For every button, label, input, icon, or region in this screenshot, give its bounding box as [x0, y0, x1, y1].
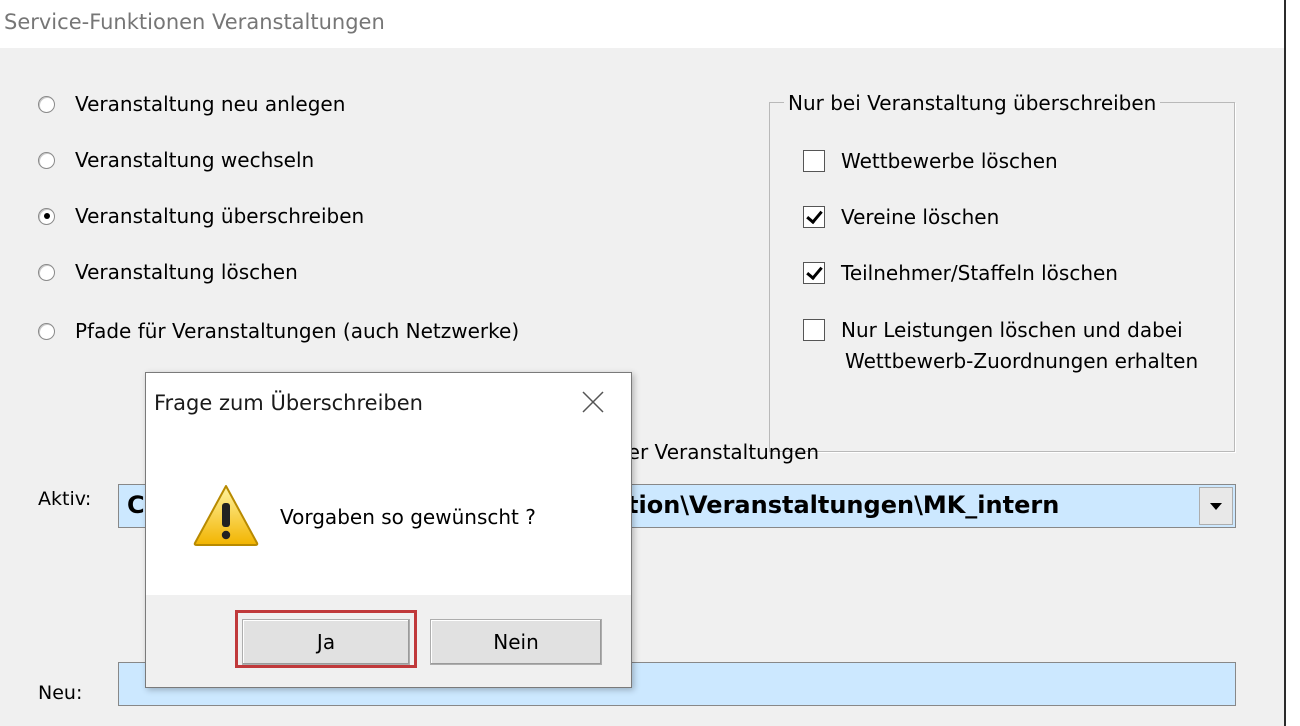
checkbox-label: Nur Leistungen löschen und dabei — [841, 318, 1183, 342]
checkbox[interactable] — [803, 319, 825, 341]
radio-option-ueberschreiben[interactable]: Veranstaltung überschreiben — [38, 201, 364, 231]
checkbox[interactable] — [803, 150, 825, 172]
radio-option-neu-anlegen[interactable]: Veranstaltung neu anlegen — [38, 89, 345, 119]
aktiv-value-start: C — [127, 491, 145, 519]
group-legend: Nur bei Veranstaltung überschreiben — [784, 91, 1161, 115]
radio-button-selected[interactable] — [38, 207, 55, 225]
radio-label: Veranstaltung löschen — [75, 260, 298, 284]
chevron-down-icon — [1210, 502, 1222, 510]
checkbox-label-line2: Wettbewerb-Zuordnungen erhalten — [845, 349, 1199, 373]
checkbox-checked[interactable] — [803, 262, 825, 284]
checkbox-label: Vereine löschen — [841, 205, 1000, 229]
radio-option-wechseln[interactable]: Veranstaltung wechseln — [38, 145, 314, 175]
warning-icon — [193, 485, 259, 546]
window-titlebar: Service-Funktionen Veranstaltungen — [0, 0, 1284, 48]
checkbox-nur-leistungen[interactable]: Nur Leistungen löschen und dabei — [803, 315, 1183, 345]
close-icon[interactable] — [578, 387, 608, 417]
radio-label: Veranstaltung neu anlegen — [75, 92, 346, 116]
no-button[interactable]: Nein — [430, 619, 602, 665]
dialog-button-bar: Ja Nein — [146, 595, 631, 687]
checkbox-label: Teilnehmer/Staffeln löschen — [841, 261, 1118, 285]
radio-button[interactable] — [38, 95, 55, 113]
checkbox-label: Wettbewerbe löschen — [841, 149, 1058, 173]
checkbox-checked[interactable] — [803, 206, 825, 228]
radio-label: Veranstaltung wechseln — [75, 148, 315, 172]
yes-button[interactable]: Ja — [242, 619, 410, 665]
checkbox-wettbewerbe[interactable]: Wettbewerbe löschen — [803, 146, 1058, 176]
neu-label: Neu: — [38, 682, 83, 704]
radio-option-pfade[interactable]: Pfade für Veranstaltungen (auch Netzwerk… — [38, 316, 519, 346]
radio-button[interactable] — [38, 322, 55, 340]
aktiv-value-end: tion\Veranstaltungen\MK_intern — [627, 491, 1060, 519]
checkbox-teilnehmer[interactable]: Teilnehmer/Staffeln löschen — [803, 258, 1118, 288]
dialog-title: Frage zum Überschreiben — [154, 391, 423, 415]
checkbox-vereine[interactable]: Vereine löschen — [803, 202, 999, 232]
aktiv-label: Aktiv: — [38, 488, 92, 510]
background-strip — [1286, 0, 1300, 726]
dialog-message: Vorgaben so gewünscht ? — [280, 505, 536, 529]
radio-button[interactable] — [38, 151, 55, 169]
dropdown-button[interactable] — [1199, 487, 1233, 525]
radio-label: Pfade für Veranstaltungen (auch Netzwerk… — [75, 319, 520, 343]
window-title: Service-Funktionen Veranstaltungen — [4, 10, 385, 34]
confirm-dialog: Frage zum Überschreiben Vorgaben so gewü… — [145, 372, 632, 688]
radio-label: Veranstaltung überschreiben — [75, 204, 365, 228]
radio-button[interactable] — [38, 263, 55, 281]
radio-option-loeschen[interactable]: Veranstaltung löschen — [38, 257, 298, 287]
